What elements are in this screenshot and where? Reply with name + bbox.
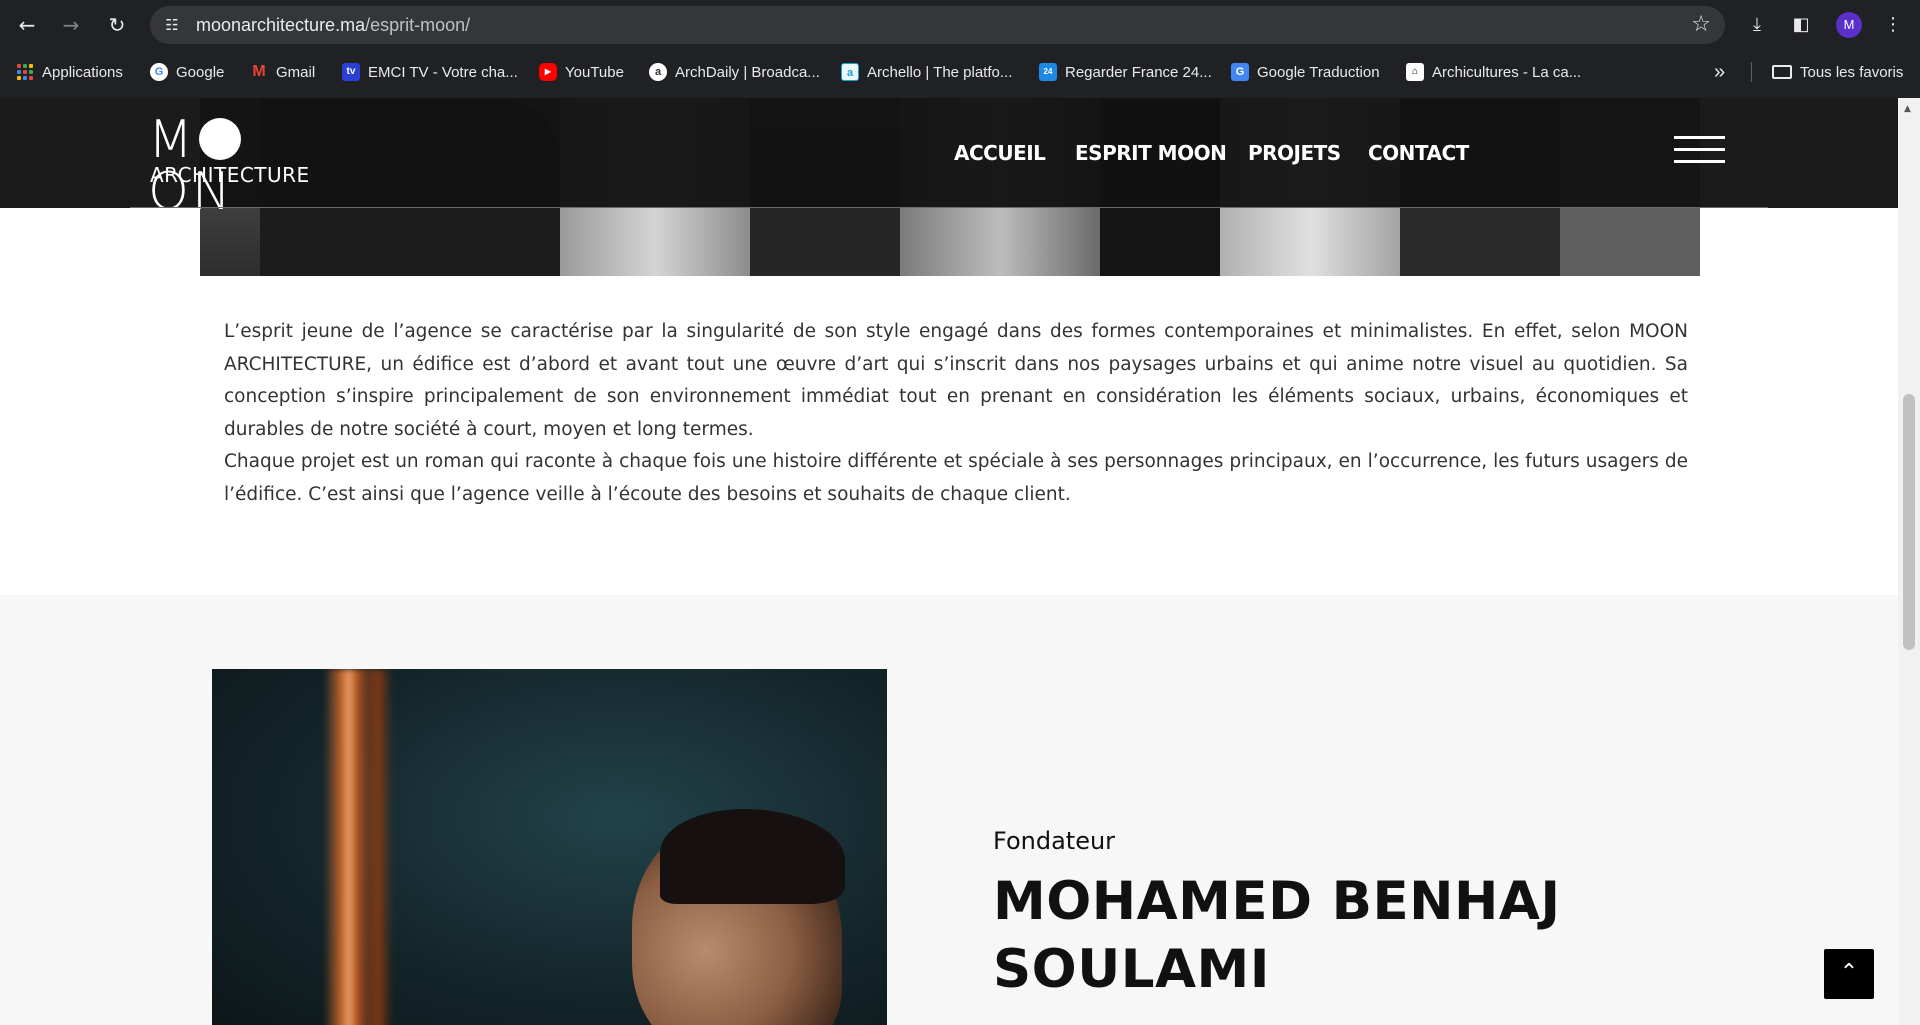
youtube-icon: ▶ — [539, 63, 557, 81]
intro-paragraph: Chaque projet est un roman qui raconte à… — [224, 451, 1688, 505]
star-icon[interactable]: ☆ — [1691, 13, 1711, 37]
bookmark-label: Gmail — [276, 63, 316, 81]
bookmark-label: Tous les favoris — [1800, 63, 1904, 81]
bookmark-label: YouTube — [565, 63, 624, 81]
bookmark-google-translate[interactable]: G Google Traduction — [1231, 50, 1380, 94]
page-scrollbar[interactable]: ▲ — [1898, 98, 1920, 1025]
side-panel-icon[interactable]: ◧ — [1788, 12, 1814, 38]
bookmark-google[interactable]: G Google — [150, 50, 224, 94]
bookmarks-overflow-icon[interactable]: » — [1714, 50, 1725, 94]
url-text[interactable]: moonarchitecture.ma/esprit-moon/ — [196, 6, 470, 44]
scrollbar-thumb[interactable] — [1903, 394, 1915, 650]
reload-icon[interactable]: ↻ — [102, 10, 132, 40]
all-bookmarks-folder[interactable]: Tous les favoris — [1772, 50, 1903, 94]
intro-paragraph: L’esprit jeune de l’agence se caractéris… — [224, 321, 1688, 440]
folder-icon — [1772, 65, 1792, 79]
moon-architecture-logo[interactable]: MON ARCHITECTURE — [148, 114, 323, 218]
logo-letter: M — [148, 110, 196, 170]
page-viewport: MON ARCHITECTURE ACCUEIL ESPRIT MOON PRO… — [0, 98, 1920, 1025]
moon-circle-icon — [198, 118, 241, 160]
nav-esprit-moon[interactable]: ESPRIT MOON — [1075, 138, 1227, 168]
hamburger-menu-icon[interactable] — [1674, 136, 1725, 166]
logo-subtitle: ARCHITECTURE — [150, 163, 310, 187]
back-arrow-icon[interactable]: ← — [12, 10, 42, 40]
nav-projets[interactable]: PROJETS — [1248, 138, 1341, 168]
bookmark-archicultures[interactable]: ⌂ Archicultures - La ca... — [1406, 50, 1581, 94]
nav-contact[interactable]: CONTACT — [1368, 138, 1469, 168]
site-header: MON ARCHITECTURE ACCUEIL ESPRIT MOON PRO… — [0, 98, 1898, 218]
founder-name-line: MOHAMED BENHAJ — [993, 871, 1561, 932]
translate-icon: G — [1231, 63, 1249, 81]
download-icon[interactable]: ⤓ — [1744, 12, 1770, 38]
header-divider — [130, 207, 1768, 208]
bookmark-archello[interactable]: a Archello | The platfo... — [841, 50, 1012, 94]
founder-section: Fondateur MOHAMED BENHAJ SOULAMI — [0, 595, 1898, 1025]
bookmarks-divider — [1751, 62, 1752, 82]
bookmark-france24[interactable]: 24 Regarder France 24... — [1039, 50, 1212, 94]
url-path: /esprit-moon/ — [365, 15, 471, 35]
url-domain: moonarchitecture.ma — [196, 15, 366, 35]
archdaily-icon: a — [649, 63, 667, 81]
google-icon: G — [150, 63, 168, 81]
nav-accueil[interactable]: ACCUEIL — [954, 138, 1046, 168]
forward-arrow-icon[interactable]: → — [56, 10, 86, 40]
apps-grid-icon — [16, 63, 34, 81]
founder-role: Fondateur — [993, 827, 1116, 855]
bookmark-label: Archicultures - La ca... — [1432, 63, 1582, 81]
bookmarks-bar: Applications G Google M Gmail tv EMCI TV… — [0, 50, 1920, 98]
bookmark-archdaily[interactable]: a ArchDaily | Broadca... — [649, 50, 820, 94]
scroll-up-arrow-icon[interactable]: ▲ — [1904, 104, 1911, 114]
bookmark-label: Regarder France 24... — [1065, 63, 1212, 81]
founder-name-line: SOULAMI — [993, 939, 1271, 1000]
bookmark-label: ArchDaily | Broadca... — [675, 63, 820, 81]
bookmark-label: Archello | The platfo... — [867, 63, 1013, 81]
bookmark-label: Google — [176, 63, 225, 81]
esprit-intro-text: L’esprit jeune de l’agence se caractéris… — [224, 316, 1688, 512]
site-info-icon[interactable]: ☷ — [162, 15, 182, 35]
browser-toolbar: ← → ↻ ☷ moonarchitecture.ma/esprit-moon/… — [0, 0, 1920, 50]
gmail-icon: M — [252, 63, 266, 80]
profile-avatar[interactable]: M — [1836, 12, 1862, 38]
archello-icon: a — [841, 63, 859, 81]
france24-icon: 24 — [1039, 63, 1057, 81]
more-vert-icon[interactable]: ⋮ — [1880, 12, 1906, 38]
emci-icon: tv — [342, 63, 360, 81]
bookmark-label: Google Traduction — [1257, 63, 1380, 81]
address-bar[interactable]: ☷ moonarchitecture.ma/esprit-moon/ ☆ — [150, 6, 1725, 44]
archicultures-icon: ⌂ — [1406, 63, 1424, 81]
bookmark-gmail[interactable]: M Gmail — [250, 50, 315, 94]
founder-name: MOHAMED BENHAJ SOULAMI — [993, 868, 1593, 1004]
bookmark-label: Applications — [42, 63, 123, 81]
bookmark-applications[interactable]: Applications — [16, 50, 123, 94]
bookmark-label: EMCI TV - Votre cha... — [368, 63, 518, 81]
back-to-top-button[interactable]: ⌃ — [1824, 949, 1874, 999]
bookmark-emci[interactable]: tv EMCI TV - Votre cha... — [342, 50, 518, 94]
bookmark-youtube[interactable]: ▶ YouTube — [539, 50, 624, 94]
founder-portrait — [212, 669, 887, 1025]
